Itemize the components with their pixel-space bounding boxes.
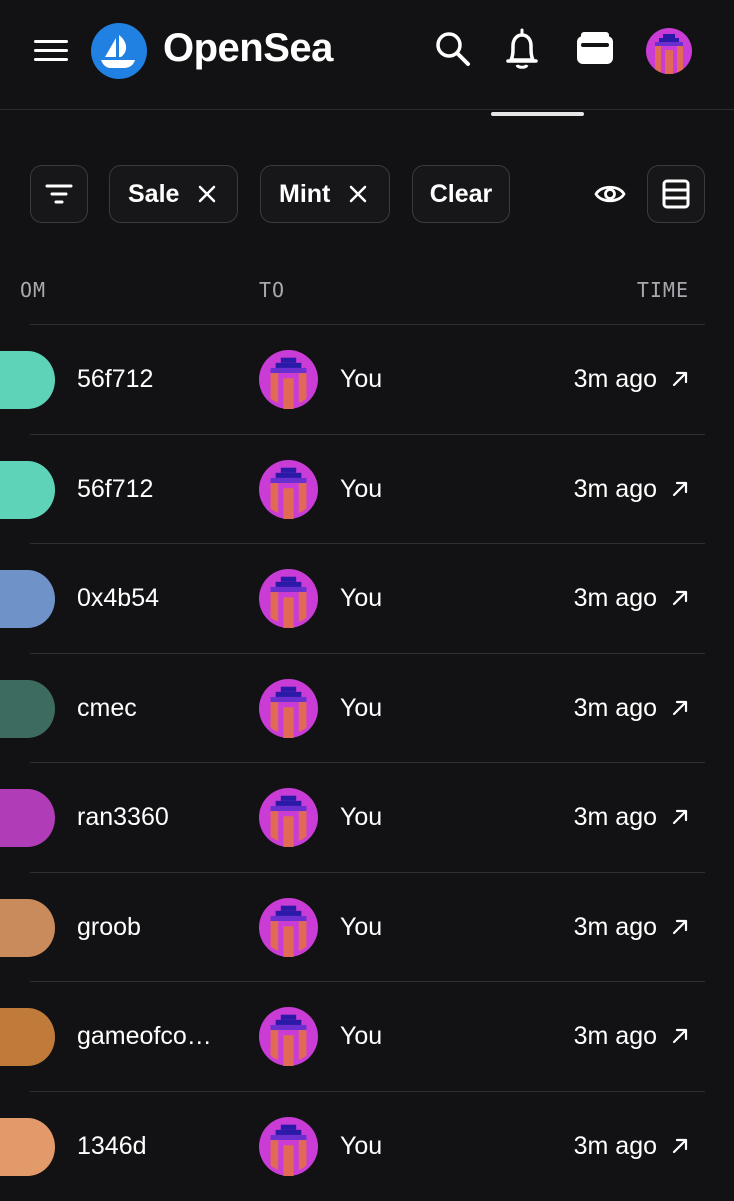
from-address[interactable]: gameofco… bbox=[77, 1022, 212, 1051]
external-arrow-icon[interactable] bbox=[671, 480, 689, 498]
from-address[interactable]: groob bbox=[77, 913, 141, 942]
filter-button[interactable] bbox=[30, 165, 88, 223]
external-arrow-icon[interactable] bbox=[671, 1027, 689, 1045]
table-row[interactable]: 1346d You 3m ago bbox=[30, 1092, 705, 1201]
from-address[interactable]: 1346d bbox=[77, 1132, 147, 1161]
to-address[interactable]: You bbox=[340, 913, 382, 942]
column-header-to[interactable]: TO bbox=[259, 278, 285, 302]
to-avatar[interactable] bbox=[259, 1117, 318, 1176]
to-avatar[interactable] bbox=[259, 350, 318, 409]
bell-icon[interactable] bbox=[503, 28, 541, 77]
to-avatar[interactable] bbox=[259, 569, 318, 628]
from-avatar[interactable] bbox=[0, 570, 55, 628]
table-row[interactable]: 0x4b54 You 3m ago bbox=[30, 544, 705, 654]
event-time[interactable]: 3m ago bbox=[574, 694, 657, 723]
filter-chip-mint[interactable]: Mint bbox=[260, 165, 390, 223]
from-avatar[interactable] bbox=[0, 1118, 55, 1176]
to-address[interactable]: You bbox=[340, 694, 382, 723]
to-avatar[interactable] bbox=[259, 1007, 318, 1066]
from-address[interactable]: 0x4b54 bbox=[77, 584, 159, 613]
external-arrow-icon[interactable] bbox=[671, 589, 689, 607]
close-icon[interactable] bbox=[348, 184, 368, 204]
to-address[interactable]: You bbox=[340, 803, 382, 832]
filter-chip-label: Mint bbox=[279, 180, 330, 209]
external-arrow-icon[interactable] bbox=[671, 1137, 689, 1155]
eye-icon[interactable] bbox=[594, 180, 626, 213]
table-row[interactable]: gameofco… You 3m ago bbox=[30, 982, 705, 1092]
table-row[interactable]: 56f712 You 3m ago bbox=[30, 325, 705, 435]
event-time[interactable]: 3m ago bbox=[574, 1022, 657, 1051]
wallet-icon[interactable] bbox=[575, 28, 615, 77]
event-time[interactable]: 3m ago bbox=[574, 913, 657, 942]
event-time[interactable]: 3m ago bbox=[574, 803, 657, 832]
table-layout-icon bbox=[662, 179, 690, 209]
search-icon[interactable] bbox=[434, 28, 474, 77]
to-avatar[interactable] bbox=[259, 788, 318, 847]
to-address[interactable]: You bbox=[340, 1132, 382, 1161]
table-header: OM TO TIME bbox=[0, 270, 734, 310]
from-avatar[interactable] bbox=[0, 351, 55, 409]
brand-name[interactable]: OpenSea bbox=[163, 26, 333, 71]
column-header-time[interactable]: TIME bbox=[637, 278, 689, 302]
column-header-from[interactable]: OM bbox=[20, 278, 46, 302]
external-arrow-icon[interactable] bbox=[671, 808, 689, 826]
event-time[interactable]: 3m ago bbox=[574, 475, 657, 504]
from-avatar[interactable] bbox=[0, 789, 55, 847]
to-address[interactable]: You bbox=[340, 584, 382, 613]
filter-chip-sale[interactable]: Sale bbox=[109, 165, 238, 223]
from-avatar[interactable] bbox=[0, 1008, 55, 1066]
table-row[interactable]: ran3360 You 3m ago bbox=[30, 763, 705, 873]
activity-table: 56f712 You 3m ago 56f712 bbox=[0, 325, 734, 1201]
filter-chip-label: Sale bbox=[128, 180, 179, 209]
external-arrow-icon[interactable] bbox=[671, 918, 689, 936]
table-row[interactable]: 56f712 You 3m ago bbox=[30, 435, 705, 545]
event-time[interactable]: 3m ago bbox=[574, 365, 657, 394]
to-address[interactable]: You bbox=[340, 1022, 382, 1051]
from-address[interactable]: cmec bbox=[77, 694, 137, 723]
active-tab-indicator bbox=[491, 112, 584, 116]
layout-toggle-button[interactable] bbox=[647, 165, 705, 223]
external-arrow-icon[interactable] bbox=[671, 370, 689, 388]
hamburger-icon[interactable] bbox=[34, 40, 68, 62]
external-arrow-icon[interactable] bbox=[671, 699, 689, 717]
from-avatar[interactable] bbox=[0, 680, 55, 738]
from-address[interactable]: 56f712 bbox=[77, 475, 153, 504]
table-row[interactable]: groob You 3m ago bbox=[30, 873, 705, 983]
from-avatar[interactable] bbox=[0, 461, 55, 519]
filter-icon bbox=[45, 183, 73, 205]
table-row[interactable]: cmec You 3m ago bbox=[30, 654, 705, 764]
filter-bar: Sale Mint Clear bbox=[0, 165, 734, 225]
event-time[interactable]: 3m ago bbox=[574, 1132, 657, 1161]
from-address[interactable]: 56f712 bbox=[77, 365, 153, 394]
clear-filters-button[interactable]: Clear bbox=[412, 165, 510, 223]
to-avatar[interactable] bbox=[259, 898, 318, 957]
event-time[interactable]: 3m ago bbox=[574, 584, 657, 613]
from-address[interactable]: ran3360 bbox=[77, 803, 169, 832]
to-avatar[interactable] bbox=[259, 679, 318, 738]
opensea-logo-icon[interactable] bbox=[91, 23, 147, 79]
to-avatar[interactable] bbox=[259, 460, 318, 519]
to-address[interactable]: You bbox=[340, 475, 382, 504]
top-bar: OpenSea bbox=[0, 0, 734, 110]
from-avatar[interactable] bbox=[0, 899, 55, 957]
close-icon[interactable] bbox=[197, 184, 217, 204]
user-avatar[interactable] bbox=[646, 28, 692, 74]
to-address[interactable]: You bbox=[340, 365, 382, 394]
